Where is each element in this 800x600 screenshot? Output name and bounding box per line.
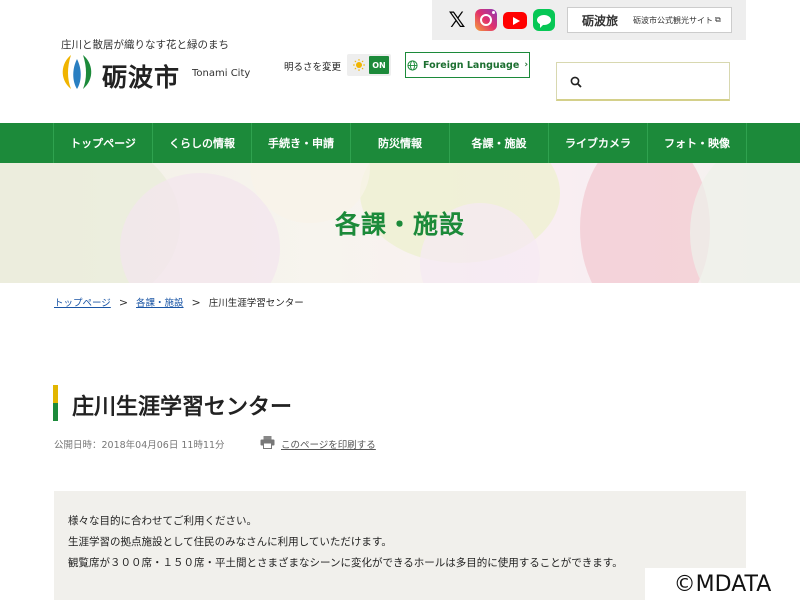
content-summary-box: 様々な目的に合わせてご利用ください。 生涯学習の拠点施設として住民のみなさんに利… [54,491,746,600]
content-line: 観覧席が３００席・１５０席・平土間とさまざまなシーンに変化ができるホールは多目的… [68,557,623,569]
nav-item-living[interactable]: くらしの情報 [153,123,252,163]
chevron-right-icon: › [524,60,529,70]
page-title: 庄川生涯学習センター [72,395,293,420]
nav-item-photo-video[interactable]: フォト・映像 [648,123,747,163]
breadcrumb: トップページ > 各課・施設 > 庄川生涯学習センター [54,295,304,310]
external-link-icon: ⧉ [715,15,721,24]
search-box [556,62,730,101]
search-icon[interactable] [570,76,582,88]
city-tagline: 庄川と散居が織りなす花と緑のまち [61,39,229,51]
brightness-toggle[interactable]: ON [347,54,391,76]
publish-date: 公開日時：2018年04月06日 11時11分 [54,440,225,451]
breadcrumb-current: 庄川生涯学習センター [208,298,304,309]
sun-icon [353,59,365,71]
globe-icon [407,59,418,71]
nav-item-departments[interactable]: 各課・施設 [450,123,549,163]
nav-item-procedures[interactable]: 手続き・申請 [252,123,351,163]
content-line: 生涯学習の拠点施設として住民のみなさんに利用していただけます。 [68,536,392,548]
hero-banner: 各課・施設 [0,163,800,283]
breadcrumb-departments[interactable]: 各課・施設 [136,295,184,309]
tourism-site-label: 砺波市公式観光サイト [633,15,713,25]
city-name-jp[interactable]: 砺波市 [102,58,180,94]
x-icon[interactable]: 𝕏 [446,8,468,32]
tourism-site-link[interactable]: 砺波旅 砺波市公式観光サイト ⧉ [567,7,732,33]
printer-icon[interactable] [260,435,275,449]
nav-item-disaster[interactable]: 防災情報 [351,123,450,163]
foreign-language-label: Foreign Language [422,59,520,71]
youtube-icon[interactable] [503,12,527,29]
breadcrumb-separator: > [191,295,201,309]
copyright-watermark: ©MDATA [645,568,800,600]
foreign-language-button[interactable]: Foreign Language › [405,52,530,78]
instagram-icon[interactable] [475,9,497,31]
title-accent-bar [53,385,58,421]
city-logo-icon[interactable] [57,53,97,91]
line-icon[interactable] [533,9,555,31]
nav-item-top[interactable]: トップページ [54,123,153,163]
breadcrumb-top[interactable]: トップページ [54,295,111,309]
nav-item-live-camera[interactable]: ライブカメラ [549,123,648,163]
city-name-en: Tonami City [192,68,251,79]
search-input[interactable] [589,69,725,95]
print-page-link[interactable]: このページを印刷する [281,437,376,451]
content-line: 様々な目的に合わせてご利用ください。 [68,515,257,527]
tourism-logo: 砺波旅 [582,13,619,28]
brightness-state: ON [369,56,389,74]
hero-title: 各課・施設 [334,210,465,239]
global-nav: トップページ くらしの情報 手続き・申請 防災情報 各課・施設 ライブカメラ フ… [0,123,800,163]
breadcrumb-separator: > [118,295,129,309]
brightness-label: 明るさを変更 [284,62,342,73]
